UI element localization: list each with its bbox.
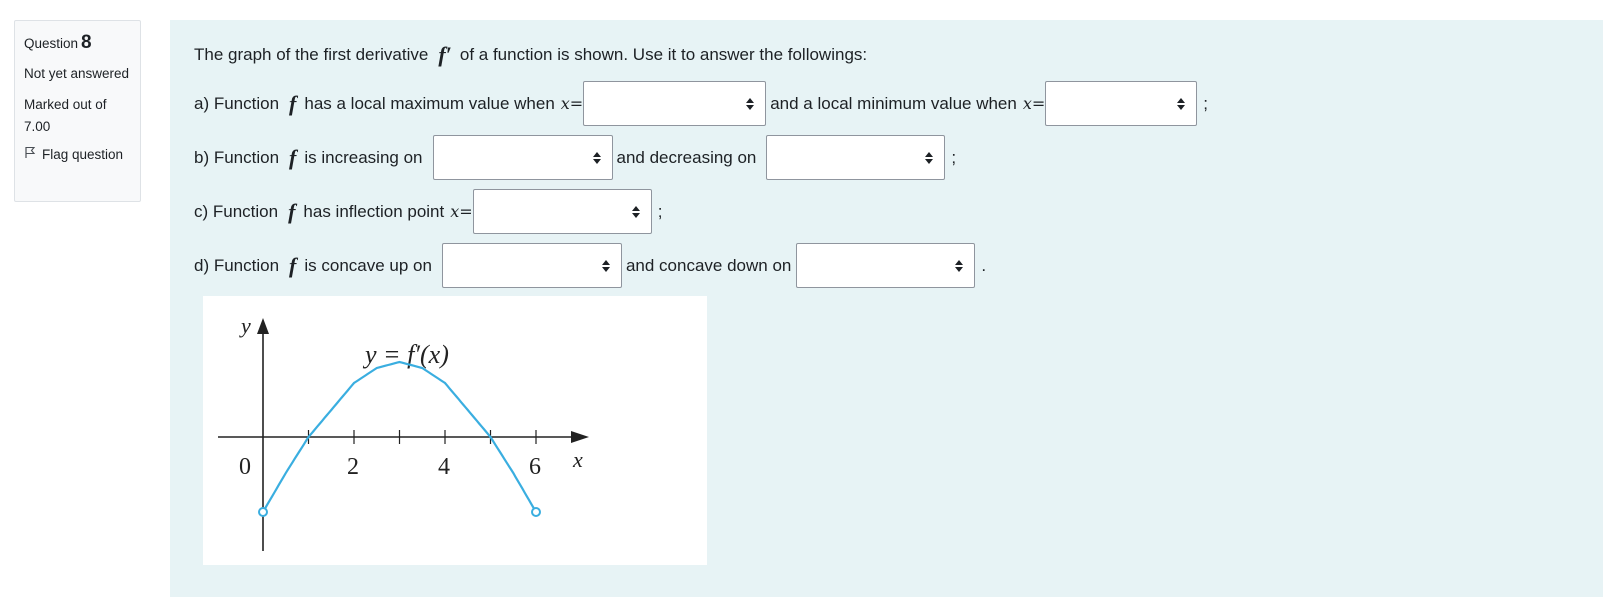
part-c-text: has inflection point — [303, 201, 445, 221]
open-endpoint — [258, 507, 268, 517]
part-b: b) Function f is increasing on and decre… — [194, 135, 956, 180]
flag-question-link[interactable]: Flag question — [24, 146, 131, 162]
part-d-and-text: and concave down on — [625, 255, 792, 275]
part-d-label: d) Function — [194, 255, 280, 275]
concave-down-select[interactable] — [796, 243, 976, 288]
part-c-label: c) Function — [194, 201, 279, 221]
curve-points — [258, 507, 541, 517]
part-a: a) Function f has a local maximum value … — [194, 81, 1208, 126]
part-d-end: . — [981, 255, 987, 275]
x-axis-label: x — [572, 447, 583, 472]
question-state: Not yet answered — [24, 66, 130, 81]
select-arrows-icon — [601, 259, 610, 272]
flag-icon — [24, 146, 36, 162]
function-symbol: f — [289, 252, 297, 278]
decreasing-select[interactable] — [766, 135, 946, 180]
function-symbol: f — [289, 90, 297, 116]
y-axis-arrow — [257, 318, 269, 334]
x-tick-label: 2 — [347, 454, 359, 480]
part-a-label: a) Function — [194, 93, 280, 113]
part-b-label: b) Function — [194, 147, 280, 167]
intro-text: The graph of the first derivative — [194, 45, 429, 64]
part-a-and-text: and a local minimum value when — [770, 93, 1017, 113]
function-symbol: f — [289, 144, 297, 170]
x-axis-arrow — [571, 431, 589, 443]
select-arrows-icon — [1177, 97, 1186, 110]
flag-question-label: Flag question — [42, 146, 124, 162]
x-tick-label: 0 — [239, 454, 251, 480]
derivative-graph-svg: y x y = f′(x) 0246 — [218, 313, 589, 551]
select-arrows-icon — [631, 205, 640, 218]
select-arrows-icon — [925, 151, 934, 164]
part-c-end: ; — [657, 201, 663, 221]
y-axis-label: y — [239, 313, 251, 338]
local-max-select[interactable] — [583, 81, 767, 126]
x-equals: x= — [450, 202, 473, 221]
open-endpoint — [531, 507, 541, 517]
question-intro: The graph of the first derivative f′ of … — [194, 42, 867, 68]
select-arrows-icon — [592, 151, 601, 164]
intro-text-end: of a function is shown. Use it to answer… — [459, 45, 868, 64]
part-b-and-text: and decreasing on — [616, 147, 757, 167]
part-b-end: ; — [951, 147, 957, 167]
part-d: d) Function f is concave up on and conca… — [194, 243, 986, 288]
local-min-select[interactable] — [1045, 81, 1198, 126]
function-symbol: f — [288, 198, 296, 224]
question-number-value: 8 — [81, 32, 92, 53]
part-d-text: is concave up on — [304, 255, 432, 275]
part-b-text: is increasing on — [304, 147, 423, 167]
question-number: Question 8 — [24, 30, 131, 57]
x-equals: x= — [560, 94, 584, 113]
x-tick-label: 4 — [438, 454, 450, 480]
derivative-graph: y x y = f′(x) 0246 — [203, 296, 707, 565]
part-a-text: has a local maximum value when — [304, 93, 555, 113]
question-grade: Marked out of 7.00 — [24, 97, 107, 134]
select-arrows-icon — [746, 97, 755, 110]
x-tick-label: 6 — [529, 454, 541, 480]
derivative-symbol: f′ — [438, 42, 452, 67]
part-c: c) Function f has inflection point x= ; — [194, 189, 662, 234]
question-label: Question — [24, 36, 79, 51]
select-arrows-icon — [955, 259, 964, 272]
inflection-select[interactable] — [472, 189, 652, 234]
x-equals: x= — [1022, 94, 1046, 113]
concave-up-select[interactable] — [441, 243, 622, 288]
question-info-panel: Question 8 Not yet answered Marked out of… — [14, 20, 141, 202]
increasing-select[interactable] — [432, 135, 613, 180]
part-a-end: ; — [1203, 93, 1209, 113]
